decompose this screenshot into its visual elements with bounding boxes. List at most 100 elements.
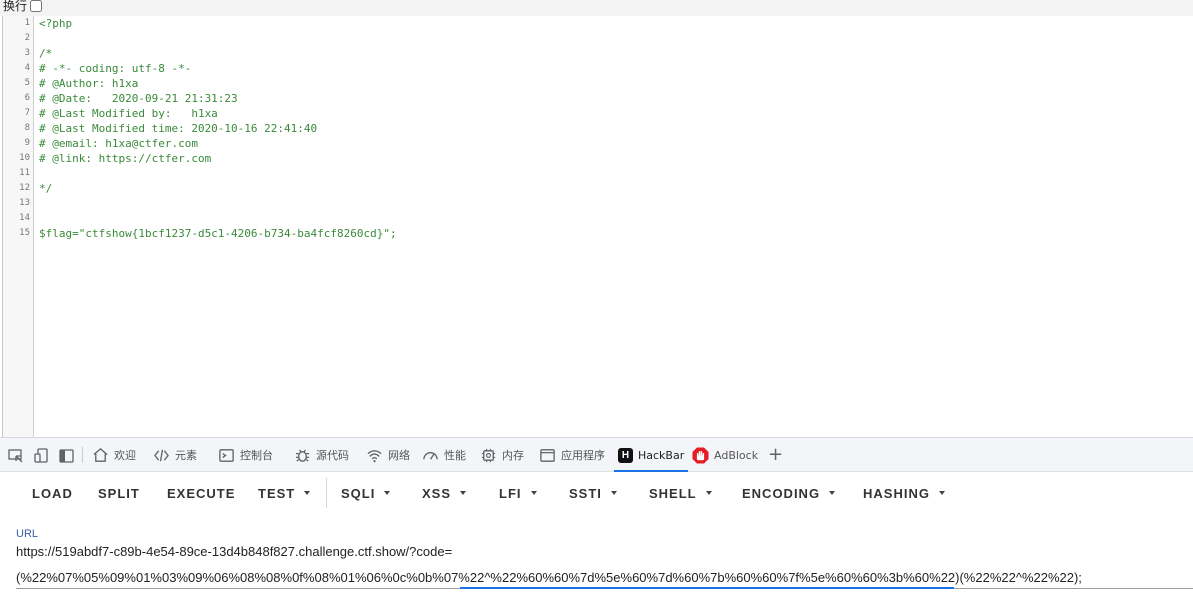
code-text: # -*- coding: utf-8 -*- (39, 62, 192, 75)
button-label: LFI (499, 485, 522, 501)
code-text: # @Last Modified time: 2020-10-16 22:41:… (39, 122, 318, 135)
button-label: EXECUTE (167, 485, 236, 501)
button-label: LOAD (32, 485, 73, 501)
code-text: */ (39, 182, 53, 195)
lfi-button[interactable]: LFI (499, 472, 537, 514)
tab-adblock[interactable]: AdBlock (692, 438, 758, 472)
button-label: ENCODING (742, 485, 821, 501)
devtools-tab-bar: 欢迎 元素 控制台 源代码 网络 性能 内存 应用程序 H HackBar AdBlock + (0, 438, 1193, 472)
wrap-checkbox[interactable] (30, 0, 43, 12)
chevron-down-icon (530, 491, 537, 495)
source-line: 3 /* (3, 46, 1183, 61)
shell-button[interactable]: SHELL (649, 472, 712, 514)
tab-[interactable]: 性能 (422, 438, 466, 472)
ssti-button[interactable]: SSTI (569, 472, 617, 514)
line-number: 8 (24, 123, 30, 133)
source-line: 9 # @email: h1xa@ctfer.com (3, 136, 1183, 151)
line-number: 9 (24, 138, 30, 148)
button-label: SQLI (341, 485, 376, 501)
chevron-down-icon (384, 491, 391, 495)
devtools-panel: 欢迎 元素 控制台 源代码 网络 性能 内存 应用程序 H HackBar AdBlock + LO… (0, 437, 1193, 599)
source-line: 8 # @Last Modified time: 2020-10-16 22:41… (3, 121, 1183, 136)
code-text: # @email: h1xa@ctfer.com (39, 137, 198, 150)
hackbar-toolbar: LOAD SPLIT EXECUTE TEST SQLI XSS LFI SSTI SHELL E… (0, 472, 1193, 514)
source-line: 7 # @Last Modified by: h1xa (3, 106, 1183, 121)
tab-label: AdBlock (714, 448, 759, 462)
source-line: 11 (3, 166, 1183, 181)
hashing-button[interactable]: HASHING (863, 472, 945, 514)
source-line: 5 # @Author: h1xa (3, 76, 1183, 91)
code-text: # @Last Modified by: h1xa (39, 107, 218, 120)
tab-label: 欢迎 (114, 449, 136, 462)
gauge-icon (423, 451, 438, 460)
home-icon (93, 447, 108, 462)
line-number: 6 (24, 93, 30, 103)
line-number: 15 (19, 228, 30, 238)
tab-[interactable]: 控制台 (218, 438, 273, 472)
button-label: XSS (422, 485, 452, 501)
url-input-focus-indicator (460, 587, 954, 589)
line-number: 5 (24, 78, 30, 88)
toolbar-separator (326, 478, 327, 508)
line-number: 2 (24, 33, 30, 43)
chip-icon (481, 448, 496, 462)
tab-[interactable]: 内存 (480, 438, 524, 472)
chevron-down-icon (829, 491, 836, 495)
test-button[interactable]: TEST (258, 472, 311, 514)
tab-label: 应用程序 (561, 449, 605, 462)
chevron-down-icon (610, 491, 617, 495)
source-line: 12 */ (3, 181, 1183, 196)
line-number: 13 (19, 198, 30, 208)
line-number: 7 (24, 108, 30, 118)
dock-side-icon[interactable] (58, 447, 76, 465)
chevron-down-icon (304, 491, 311, 495)
inspect-element-icon[interactable] (7, 447, 25, 465)
hackbar-url-area: URL https://519abdf7-c89b-4e54-89ce-13d4… (0, 514, 1193, 599)
source-line: 4 # -*- coding: utf-8 -*- (3, 61, 1183, 76)
line-number: 11 (19, 168, 30, 178)
source-line: 6 # @Date: 2020-09-21 21:31:23 (3, 91, 1183, 106)
split-button[interactable]: SPLIT (98, 472, 140, 514)
tab-[interactable]: 应用程序 (539, 438, 605, 472)
code-text: # @Author: h1xa (39, 77, 139, 90)
tab-[interactable]: 元素 (153, 438, 197, 472)
chevron-down-icon (705, 491, 712, 495)
button-label: SPLIT (98, 485, 140, 501)
xss-button[interactable]: XSS (422, 472, 467, 514)
url-input-line-1[interactable]: https://519abdf7-c89b-4e54-89ce-13d4b848… (16, 544, 452, 559)
wrap-toggle-bar: 换行 (0, 0, 1193, 16)
tab-label: 控制台 (240, 449, 273, 462)
button-label: SSTI (569, 485, 602, 501)
tab-[interactable]: 欢迎 (92, 438, 136, 472)
tab-[interactable]: 网络 (366, 438, 410, 472)
sqli-button[interactable]: SQLI (341, 472, 391, 514)
hackbar-logo-icon: H (618, 447, 633, 463)
execute-button[interactable]: EXECUTE (167, 472, 235, 514)
add-tab-icon[interactable]: + (768, 446, 783, 464)
tab-label: 源代码 (316, 449, 349, 462)
tab-hackbar[interactable]: H HackBar (613, 438, 689, 472)
wifi-icon (367, 449, 382, 462)
source-line: 10 # @link: https://ctfer.com (3, 151, 1183, 166)
tab-label: 元素 (175, 449, 197, 462)
encoding-button[interactable]: ENCODING (742, 472, 836, 514)
source-line: 14 (3, 211, 1183, 226)
source-line: 1 <?php (3, 16, 1183, 31)
code-text: <?php (39, 17, 73, 30)
window-icon (540, 448, 555, 462)
chevron-down-icon (460, 491, 467, 495)
code-text: /* (39, 47, 53, 60)
code-text: # @link: https://ctfer.com (39, 152, 212, 165)
code-icon (154, 449, 169, 461)
url-input-line-2[interactable]: (%22%07%05%09%01%03%09%06%08%08%0f%08%01… (16, 570, 1082, 585)
console-icon (219, 448, 234, 462)
tab-[interactable]: 源代码 (294, 438, 349, 472)
tab-label: 性能 (444, 449, 466, 462)
device-toolbar-icon[interactable] (33, 447, 51, 465)
code-text: # @Date: 2020-09-21 21:31:23 (39, 92, 238, 105)
code-text: $flag="ctfshow{1bcf1237-d5c1-4206-b734-b… (39, 227, 397, 240)
tab-label: 内存 (502, 449, 524, 462)
source-line: 2 (3, 31, 1183, 46)
load-button[interactable]: LOAD (32, 472, 73, 514)
line-number: 4 (24, 63, 30, 73)
